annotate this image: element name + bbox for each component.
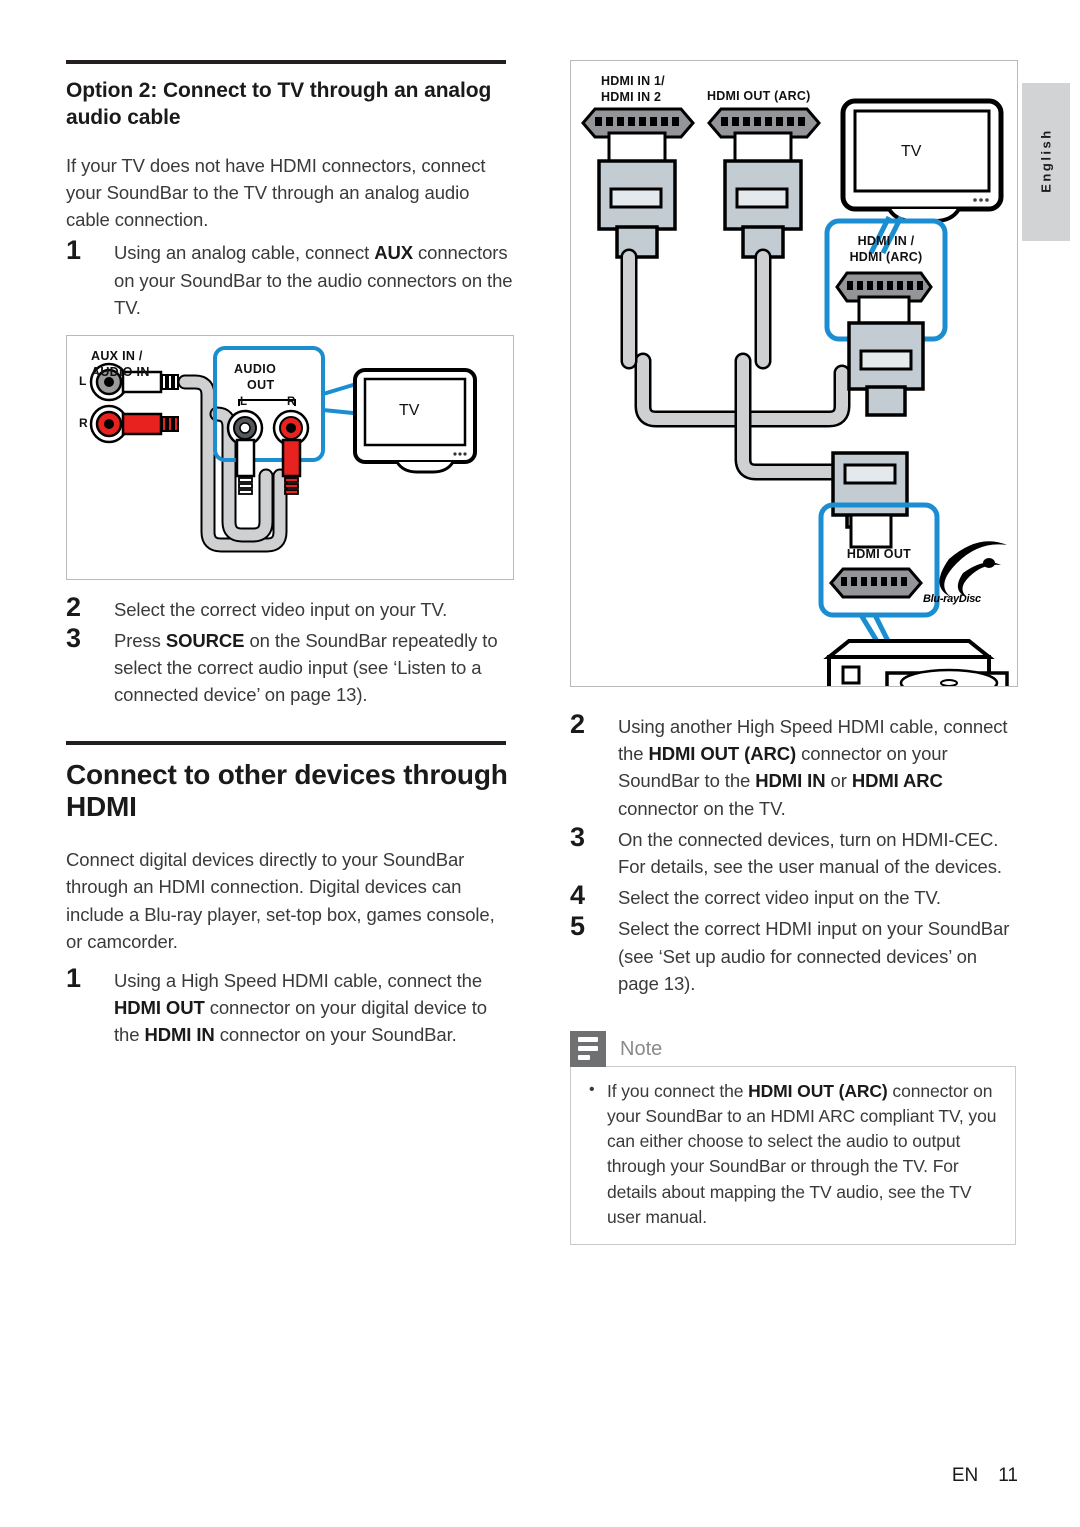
step-part: Select the correct video input on the TV… bbox=[618, 887, 941, 909]
step-bold-term: HDMI IN bbox=[144, 1024, 215, 1046]
footer-page-number: 11 bbox=[998, 1465, 1018, 1486]
note-body: If you connect the HDMI OUT (ARC) connec… bbox=[570, 1065, 1016, 1245]
step-text-before: Using an analog cable, connect bbox=[114, 242, 375, 264]
list-item: 1 Using a High Speed HDMI cable, connect… bbox=[66, 963, 514, 1049]
language-tab-label: English bbox=[1038, 128, 1054, 193]
tv-hdmi-callout-label: HDMI IN / HDMI (ARC) bbox=[849, 234, 923, 265]
note-part: If you connect the bbox=[607, 1080, 749, 1101]
hdmi-connection-diagram: HDMI IN 1/ HDMI IN 2 HDMI OUT (ARC) TV H… bbox=[570, 60, 1018, 687]
right-column: HDMI IN 1/ HDMI IN 2 HDMI OUT (ARC) TV H… bbox=[570, 60, 1020, 1245]
step-bold-term: AUX bbox=[374, 242, 413, 264]
audio-out-l-label: L bbox=[240, 395, 248, 408]
list-item: 3 On the connected devices, turn on HDMI… bbox=[570, 822, 1020, 880]
jack-left-label: L bbox=[79, 373, 87, 388]
step-bold-term: HDMI ARC bbox=[851, 770, 943, 792]
tv-hdmi-socket bbox=[835, 271, 933, 327]
note-icon-bar bbox=[578, 1046, 598, 1052]
section-rule-top bbox=[66, 60, 506, 64]
step-part: connector on the TV. bbox=[618, 797, 786, 819]
note-box: Note If you connect the HDMI OUT (ARC) c… bbox=[570, 1030, 1016, 1245]
tv-screen-label: TV bbox=[901, 143, 922, 160]
step-text-before: Press bbox=[114, 630, 166, 652]
step-number: 1 bbox=[66, 962, 81, 993]
step-number: 1 bbox=[66, 235, 81, 266]
device-hdmi-plug bbox=[831, 451, 909, 549]
section-rule-hdmi bbox=[66, 740, 506, 745]
page-footer: EN 11 bbox=[0, 1465, 1080, 1487]
note-part: connector on your SoundBar to an HDMI AR… bbox=[607, 1080, 997, 1227]
audio-out-label-line1: AUDIO bbox=[234, 361, 277, 376]
hdmi-in-plug bbox=[581, 107, 695, 370]
step-part: Select the correct HDMI input on your So… bbox=[618, 918, 1010, 994]
note-icon bbox=[570, 1030, 606, 1067]
hdmi-out-arc-plug bbox=[707, 107, 821, 370]
note-list: If you connect the HDMI OUT (ARC) connec… bbox=[585, 1078, 1001, 1230]
step-number: 5 bbox=[570, 911, 585, 942]
bluray-disc-logo-label: Blu-rayDisc bbox=[923, 593, 981, 605]
step-number: 2 bbox=[570, 709, 585, 739]
step-number: 4 bbox=[570, 880, 585, 911]
list-item: 1 Using an analog cable, connect AUX con… bbox=[66, 235, 514, 321]
hdmi-steps-left: 1 Using a High Speed HDMI cable, connect… bbox=[66, 963, 514, 1049]
step-part: or bbox=[825, 770, 852, 792]
aux-in-label: AUX IN / AUDIO IN bbox=[91, 348, 150, 380]
step-bold-term: HDMI IN bbox=[755, 770, 826, 792]
list-item: If you connect the HDMI OUT (ARC) connec… bbox=[585, 1078, 1001, 1230]
note-icon-bar bbox=[578, 1055, 590, 1061]
step-part: Using a High Speed HDMI cable, connect t… bbox=[114, 969, 483, 991]
language-tab: English bbox=[1022, 83, 1070, 241]
audio-out-r-label: R bbox=[287, 395, 296, 408]
step-bold-term: SOURCE bbox=[165, 630, 245, 652]
list-item: 4 Select the correct video input on the … bbox=[570, 880, 1020, 911]
step-part: connector on your SoundBar. bbox=[214, 1024, 457, 1046]
list-item: 2 Select the correct video input on your… bbox=[66, 592, 514, 623]
analog-connection-diagram: AUX IN / AUDIO IN L R AUDIO OUT L R TV bbox=[66, 334, 514, 580]
list-item: 2 Using another High Speed HDMI cable, c… bbox=[570, 709, 1020, 822]
analog-steps-rest: 2 Select the correct video input on your… bbox=[66, 592, 514, 709]
note-title: Note bbox=[620, 1037, 663, 1060]
note-bold-term: HDMI OUT (ARC) bbox=[748, 1080, 888, 1101]
section-title-hdmi: Connect to other devices through HDMI bbox=[66, 758, 508, 823]
hdmi-steps-right: 2 Using another High Speed HDMI cable, c… bbox=[570, 709, 1020, 997]
device-hdmi-socket bbox=[829, 567, 923, 599]
manual-page: English Option 2: Connect to TV through … bbox=[0, 0, 1080, 1527]
left-column: Option 2: Connect to TV through an analo… bbox=[66, 60, 514, 1052]
device-hdmi-out-label: HDMI OUT bbox=[846, 547, 912, 561]
audio-out-label-line2: OUT bbox=[247, 377, 275, 392]
bluray-player bbox=[823, 639, 1009, 686]
hdmi-intro-paragraph: Connect digital devices directly to your… bbox=[66, 849, 495, 952]
jack-right-label: R bbox=[79, 415, 88, 430]
bluray-disc-logo bbox=[939, 541, 1007, 597]
page-title: Option 2: Connect to TV through an analo… bbox=[66, 79, 492, 129]
step-part: On the connected devices, turn on HDMI-C… bbox=[618, 828, 1002, 877]
hdmi-out-arc-label: HDMI OUT (ARC) bbox=[707, 89, 811, 103]
step-bold-term: HDMI OUT (ARC) bbox=[648, 743, 797, 765]
step-number: 3 bbox=[570, 821, 585, 852]
note-icon-bar bbox=[578, 1037, 598, 1043]
step-number: 2 bbox=[66, 591, 81, 622]
intro-paragraph: If your TV does not have HDMI connectors… bbox=[66, 154, 486, 231]
note-header: Note bbox=[570, 1030, 1016, 1067]
tv-device bbox=[840, 98, 1004, 255]
step-bold-term: HDMI OUT bbox=[114, 997, 205, 1019]
footer-locale: EN bbox=[951, 1465, 979, 1486]
step-text: Select the correct video input on your T… bbox=[114, 598, 448, 620]
hdmi-in-label: HDMI IN 1/ HDMI IN 2 bbox=[601, 74, 665, 105]
tv-screen-label: TV bbox=[399, 401, 420, 419]
list-item: 5 Select the correct HDMI input on your … bbox=[570, 911, 1020, 997]
step-number: 3 bbox=[66, 623, 81, 654]
analog-steps-first: 1 Using an analog cable, connect AUX con… bbox=[66, 235, 514, 321]
list-item: 3 Press SOURCE on the SoundBar repeatedl… bbox=[66, 623, 514, 709]
